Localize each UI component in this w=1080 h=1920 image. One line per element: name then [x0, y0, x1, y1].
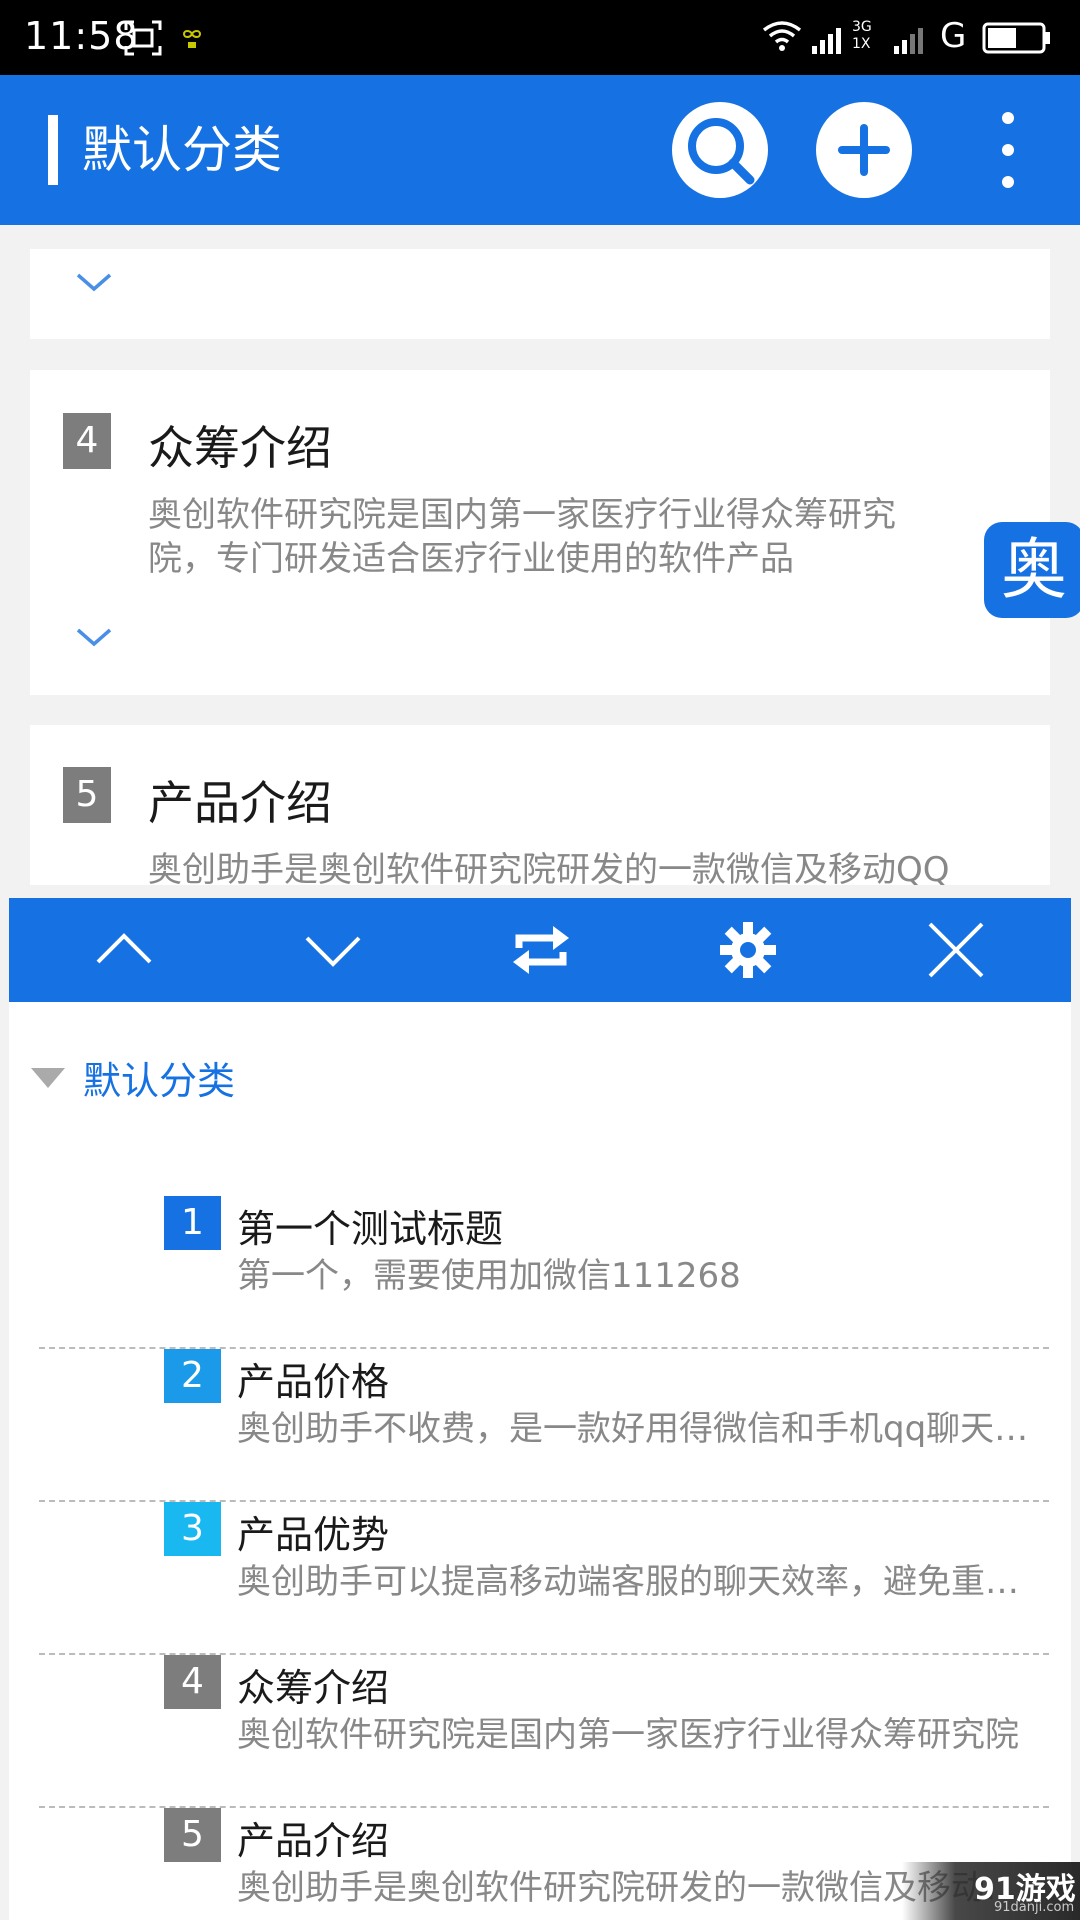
- search-button[interactable]: [672, 102, 768, 198]
- chevron-down-icon[interactable]: [74, 271, 114, 295]
- panel-toolbar: [9, 898, 1071, 1002]
- infinity-icon: [182, 30, 202, 48]
- item-description: 奥创软件研究院是国内第一家医疗行业得众筹研究院: [237, 1715, 1019, 1755]
- network-type-top: 3G: [852, 19, 872, 35]
- number-badge: 4: [164, 1655, 221, 1709]
- status-bar: 11:58 3G 1X G: [0, 0, 1080, 75]
- title-accent-bar: [48, 115, 58, 185]
- page-title: 默认分类: [82, 121, 282, 179]
- item-description: 奥创助手可以提高移动端客服的聊天效率，避免重复输入: [237, 1562, 1037, 1602]
- item-title: 产品介绍: [237, 1819, 390, 1863]
- list-item[interactable]: 5 产品介绍 奥创助手是奥创软件研究院研发的一款微信及移动QQ: [39, 1808, 1049, 1920]
- chevron-down-icon[interactable]: [74, 626, 114, 650]
- item-description: 奥创助手不收费，是一款好用得微信和手机qq聊天工具: [237, 1409, 1037, 1449]
- app-bar: 默认分类: [0, 75, 1080, 225]
- status-time: 11:58: [24, 14, 139, 58]
- card-description: 奥创助手是奥创软件研究院研发的一款微信及移动QQ: [148, 850, 950, 885]
- list-item[interactable]: 4 众筹介绍 奥创软件研究院是国内第一家医疗行业得众筹研究院: [39, 1655, 1049, 1808]
- content-card: 5 产品介绍 奥创助手是奥创软件研究院研发的一款微信及移动QQ: [30, 725, 1050, 885]
- more-vert-icon[interactable]: [996, 112, 1020, 188]
- number-badge: 3: [164, 1502, 221, 1556]
- site-watermark: 91游戏 91danji.com: [902, 1862, 1080, 1920]
- item-description: 第一个，需要使用加微信111268: [237, 1256, 741, 1296]
- signal-icon: [894, 28, 923, 54]
- number-badge: 1: [164, 1196, 221, 1250]
- item-title: 产品优势: [237, 1513, 390, 1557]
- screenshot-icon: [124, 20, 162, 56]
- item-title: 产品价格: [237, 1360, 390, 1404]
- card-description: 奥创软件研究院是国内第一家医疗行业得众筹研究: [148, 495, 896, 535]
- gear-icon[interactable]: [716, 918, 780, 982]
- category-label: 默认分类: [83, 1059, 236, 1103]
- wifi-icon: [762, 21, 802, 51]
- item-title: 众筹介绍: [237, 1666, 390, 1710]
- swap-icon[interactable]: [509, 918, 573, 982]
- list-item[interactable]: 2 产品价格 奥创助手不收费，是一款好用得微信和手机qq聊天工具: [39, 1349, 1049, 1502]
- number-badge: 5: [63, 767, 111, 823]
- card-title: 产品介绍: [148, 776, 332, 830]
- expand-triangle-icon: [31, 1068, 65, 1088]
- network-type-bottom: 1X: [852, 36, 871, 52]
- search-icon: [688, 118, 755, 185]
- chevron-up-icon[interactable]: [92, 918, 156, 982]
- number-badge: 2: [164, 1349, 221, 1403]
- content-card: 4 众筹介绍 奥创软件研究院是国内第一家医疗行业得众筹研究 院，专门研发适合医疗…: [30, 370, 1050, 695]
- close-icon[interactable]: [924, 918, 988, 982]
- floating-ao-button[interactable]: 奥: [984, 522, 1080, 618]
- list-item[interactable]: 3 产品优势 奥创助手可以提高移动端客服的聊天效率，避免重复输入: [39, 1502, 1049, 1655]
- battery-icon: [982, 22, 1050, 54]
- plus-icon: [838, 124, 890, 176]
- chevron-down-icon[interactable]: [301, 918, 365, 982]
- item-title: 第一个测试标题: [237, 1207, 504, 1251]
- content-card-collapsed: [30, 249, 1050, 339]
- signal-icon: [812, 28, 841, 54]
- card-description: 院，专门研发适合医疗行业使用的软件产品: [148, 539, 794, 579]
- number-badge: 4: [63, 413, 111, 469]
- outline-panel: 默认分类 1 第一个测试标题 第一个，需要使用加微信111268 2 产品价格 …: [9, 898, 1071, 1920]
- watermark-url: 91danji.com: [994, 1900, 1075, 1915]
- add-button[interactable]: [816, 102, 912, 198]
- carrier-label: G: [940, 16, 967, 56]
- number-badge: 5: [164, 1808, 221, 1862]
- list-item[interactable]: 1 第一个测试标题 第一个，需要使用加微信111268: [39, 1196, 1049, 1349]
- card-title: 众筹介绍: [148, 421, 332, 475]
